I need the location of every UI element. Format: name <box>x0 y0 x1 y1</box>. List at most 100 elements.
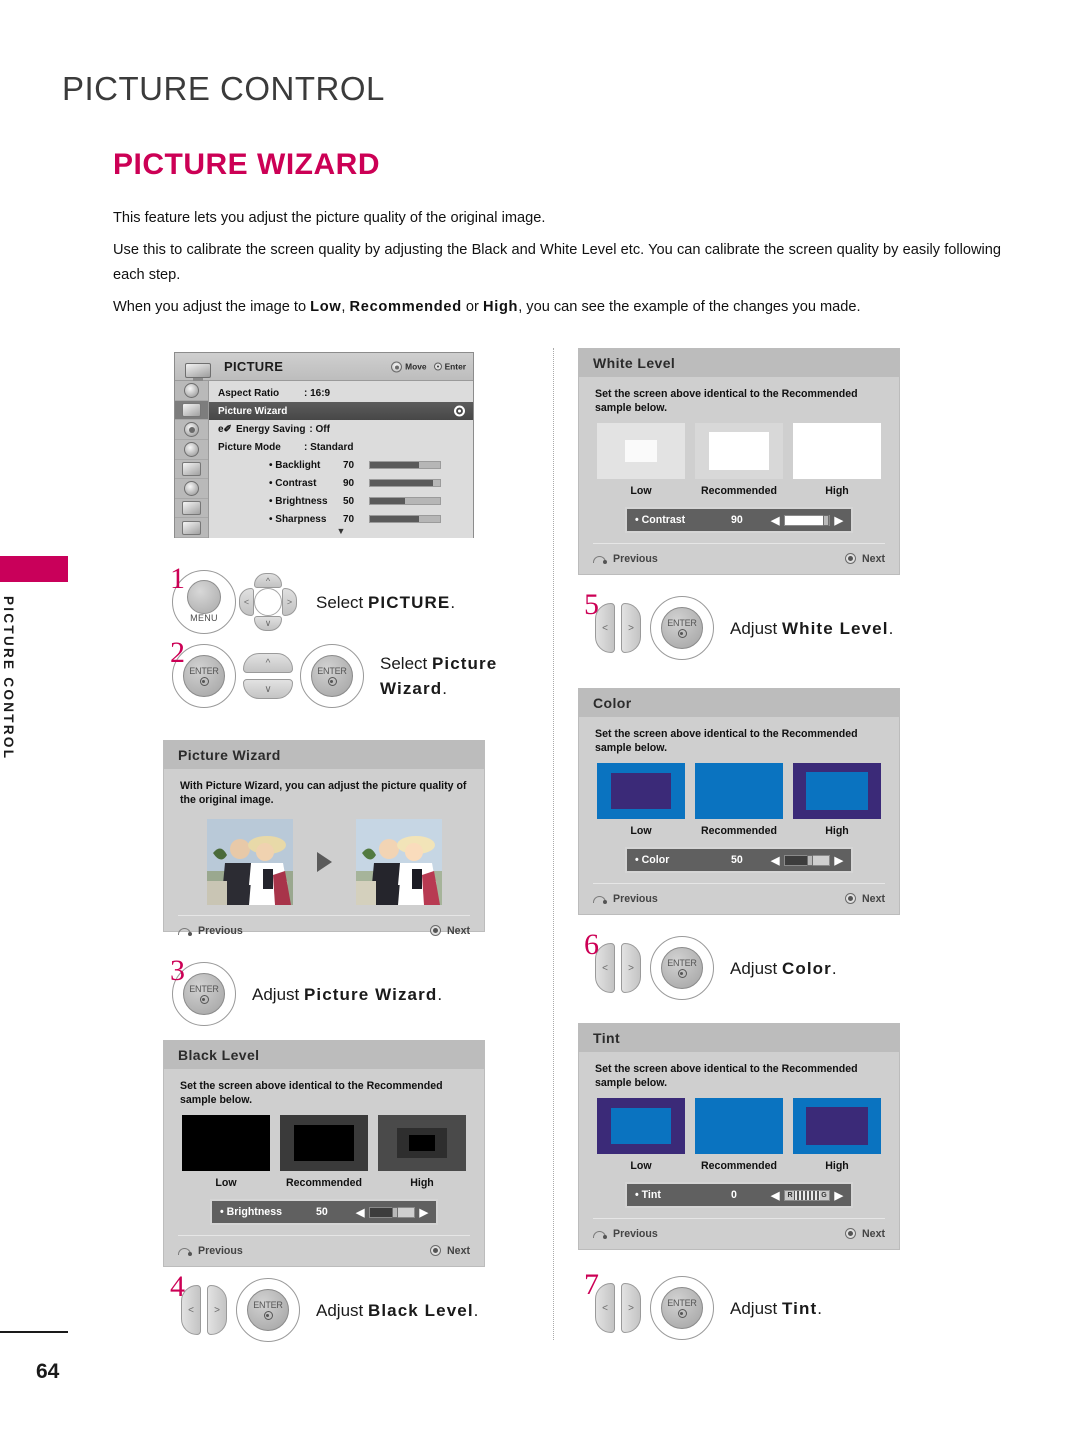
rail-icon-option[interactable] <box>175 460 208 480</box>
enter-button-step5[interactable]: ENTER <box>650 596 714 660</box>
osd-subrow-brightness-bar[interactable] <box>369 497 441 505</box>
dpad-4way-button[interactable]: ^ ∨ < > <box>236 570 300 634</box>
rail-icon-audio[interactable] <box>175 420 208 440</box>
color-slider[interactable]: • Color 50 ◀ ▶ <box>625 847 853 873</box>
tint-slider-track[interactable]: R G <box>784 1189 830 1201</box>
tint-slider[interactable]: • Tint 0 ◀ R G ▶ <box>625 1182 853 1208</box>
rail-icon-usb[interactable] <box>175 518 208 538</box>
next-button-color[interactable]: Next <box>845 893 885 905</box>
next-button-pw[interactable]: Next <box>430 925 470 937</box>
color-slider-track[interactable] <box>784 854 830 866</box>
back-arrow-icon-color <box>593 894 607 904</box>
updown-down[interactable]: ∨ <box>243 679 293 699</box>
enter-button-label-b: ENTER <box>317 666 347 676</box>
dpad-right[interactable]: > <box>282 588 297 616</box>
osd-row-picture-mode-label: Picture Mode <box>218 441 281 453</box>
tint-slider-label: • Tint <box>635 1189 661 1201</box>
sample-rec-color: Recommended <box>695 763 783 837</box>
osd-row-picture-mode[interactable]: Picture Mode : Standard <box>209 438 473 456</box>
contrast-slider-track[interactable] <box>784 514 830 526</box>
brightness-slider[interactable]: • Brightness 50 ◀ ▶ <box>210 1199 438 1225</box>
sample-rec-white: Recommended <box>695 423 783 497</box>
slider-left-arrow-brightness[interactable]: ◀ <box>356 1206 364 1219</box>
osd-scroll-down-icon[interactable]: ▼ <box>209 527 473 536</box>
intro-paragraph-2: Use this to calibrate the screen quality… <box>113 242 1001 283</box>
right-arrow-key-step5[interactable]: > <box>621 603 641 653</box>
osd-subrow-backlight-bar[interactable] <box>369 461 441 469</box>
right-arrow-key-step4[interactable]: > <box>207 1285 227 1335</box>
panel-black-level-footer: Previous Next <box>178 1235 470 1265</box>
slider-right-arrow-color[interactable]: ▶ <box>835 854 843 867</box>
osd-hint-move: Move <box>391 361 427 372</box>
osd-row-aspect-ratio[interactable]: Aspect Ratio : 16:9 <box>209 384 473 402</box>
black-level-samples: Low Recommended High <box>164 1107 484 1189</box>
panel-black-level: Black Level Set the screen above identic… <box>163 1040 485 1267</box>
osd-row-energy-saving[interactable]: e✐ Energy Saving : Off <box>209 420 473 438</box>
rail-icon-setup[interactable] <box>175 381 208 401</box>
rail-icon-picture[interactable] <box>175 400 208 421</box>
right-arrow-key-step7[interactable]: > <box>621 1283 641 1333</box>
osd-hints: Move Enter <box>391 361 466 372</box>
next-button-wl[interactable]: Next <box>845 553 885 565</box>
osd-subrow-sharpness-bar[interactable] <box>369 515 441 523</box>
step-6-text: Adjust Color. <box>730 956 837 981</box>
osd-subrow-backlight-label: • Backlight <box>269 459 321 471</box>
osd-subrow-contrast-bar[interactable] <box>369 479 441 487</box>
enter-button-step7[interactable]: ENTER <box>650 1276 714 1340</box>
previous-button-pw[interactable]: Previous <box>178 925 243 937</box>
dpad-up[interactable]: ^ <box>254 573 282 588</box>
osd-subrow-backlight[interactable]: • Backlight 70 <box>209 456 473 474</box>
step-3-post: . <box>437 984 443 1004</box>
side-tab-swatch <box>0 556 68 582</box>
next-button-tint[interactable]: Next <box>845 1228 885 1240</box>
rail-icon-lock[interactable] <box>175 479 208 499</box>
updown-up[interactable]: ^ <box>243 653 293 673</box>
dpad-left[interactable]: < <box>239 588 254 616</box>
slider-right-arrow-contrast[interactable]: ▶ <box>835 514 843 527</box>
enter-button-label-step4: ENTER <box>253 1300 283 1310</box>
right-arrow-key-step6[interactable]: > <box>621 943 641 993</box>
portrait-before-image <box>206 819 293 905</box>
previous-button-color[interactable]: Previous <box>593 893 658 905</box>
step-2-pre: Select <box>380 654 432 673</box>
osd-subrow-brightness[interactable]: • Brightness 50 <box>209 492 473 510</box>
next-button-bl[interactable]: Next <box>430 1245 470 1257</box>
slider-left-arrow-tint[interactable]: ◀ <box>771 1189 779 1202</box>
step-4-post: . <box>473 1300 479 1320</box>
slider-left-arrow-color[interactable]: ◀ <box>771 854 779 867</box>
panel-white-level-desc: Set the screen above identical to the Re… <box>595 388 858 414</box>
step-6: 6 < > ENTER Adjust Color. <box>584 928 837 1000</box>
side-tab-label: PICTURE CONTROL <box>1 596 16 761</box>
osd-subrow-contrast-label: • Contrast <box>269 477 317 489</box>
step-1-bold: PICTURE <box>367 592 451 612</box>
step-7-pre: Adjust <box>730 1298 782 1318</box>
dpad-down[interactable]: ∨ <box>254 616 282 631</box>
sample-rec-black-label: Recommended <box>286 1177 362 1189</box>
rail-icon-input[interactable] <box>175 499 208 519</box>
previous-button-wl[interactable]: Previous <box>593 553 658 565</box>
enter-button-step4[interactable]: ENTER <box>236 1278 300 1342</box>
slider-left-arrow-contrast[interactable]: ◀ <box>771 514 779 527</box>
dpad-hub[interactable] <box>254 588 282 616</box>
osd-subrow-contrast[interactable]: • Contrast 90 <box>209 474 473 492</box>
updown-button[interactable]: ^ ∨ <box>236 644 300 708</box>
portrait-before <box>206 819 293 905</box>
rail-icon-time[interactable] <box>175 440 208 460</box>
dpad-icon <box>391 361 403 372</box>
sample-high-black-swatch <box>378 1115 466 1171</box>
enter-button-step2-b[interactable]: ENTER <box>300 644 364 708</box>
slider-right-arrow-tint[interactable]: ▶ <box>835 1189 843 1202</box>
previous-button-tint[interactable]: Previous <box>593 1228 658 1240</box>
color-slider-value: 50 <box>731 854 743 866</box>
enter-circle-icon-bl <box>430 1245 442 1256</box>
step-4-pre: Adjust <box>316 1300 368 1320</box>
contrast-slider[interactable]: • Contrast 90 ◀ ▶ <box>625 507 853 533</box>
previous-button-bl[interactable]: Previous <box>178 1245 243 1257</box>
enter-button-step6[interactable]: ENTER <box>650 936 714 1000</box>
osd-row-picture-wizard[interactable]: Picture Wizard <box>209 402 473 420</box>
step-2-text: Select Picture Wizard. <box>380 651 560 701</box>
panel-color: Color Set the screen above identical to … <box>578 688 900 915</box>
slider-right-arrow-brightness[interactable]: ▶ <box>420 1206 428 1219</box>
brightness-slider-track[interactable] <box>369 1206 415 1218</box>
panel-color-title: Color <box>579 689 899 717</box>
